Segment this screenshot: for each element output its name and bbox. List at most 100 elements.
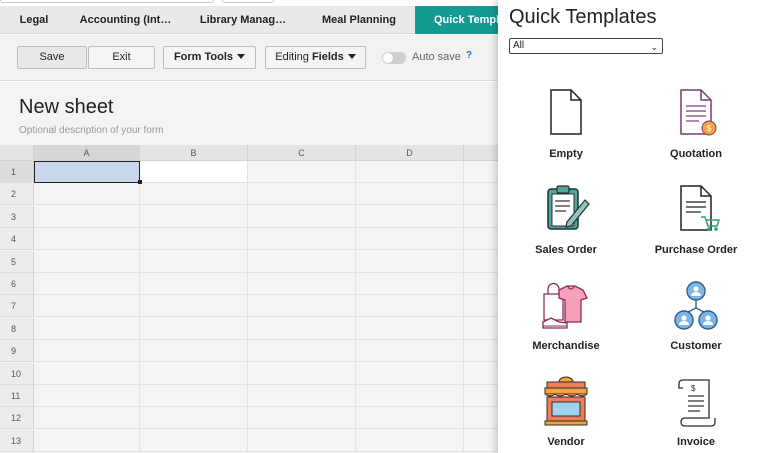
grid-cell[interactable] [464, 273, 500, 295]
grid-cell[interactable] [356, 429, 464, 452]
selected-cell[interactable] [34, 161, 140, 183]
grid-cell[interactable] [248, 205, 356, 228]
help-icon[interactable]: ? [466, 50, 472, 61]
fill-handle[interactable] [138, 180, 142, 185]
grid-cell[interactable] [356, 295, 464, 318]
grid-cell[interactable] [140, 385, 248, 407]
grid-cell[interactable] [140, 228, 248, 251]
column-header[interactable] [464, 145, 500, 161]
grid-cell[interactable] [464, 407, 500, 430]
grid-cell[interactable] [464, 228, 500, 251]
grid-cell[interactable] [140, 295, 248, 318]
row-header[interactable]: 6 [0, 273, 34, 295]
sheet-description[interactable]: Optional description of your form [19, 125, 164, 136]
column-header[interactable]: D [356, 145, 464, 161]
grid-cell[interactable] [464, 161, 500, 183]
grid-cell[interactable] [248, 295, 356, 318]
grid-cell[interactable] [248, 429, 356, 452]
grid-cell[interactable] [248, 273, 356, 295]
grid-cell[interactable] [356, 250, 464, 273]
tab-legal[interactable]: Legal [0, 6, 68, 34]
save-button[interactable]: Save [17, 46, 87, 69]
grid-cell[interactable] [34, 340, 140, 363]
grid-cell[interactable] [140, 273, 248, 295]
grid-cell[interactable] [464, 205, 500, 228]
grid-cell[interactable] [464, 295, 500, 318]
grid-cell[interactable] [34, 407, 140, 430]
grid-cell[interactable] [140, 205, 248, 228]
row-header[interactable]: 8 [0, 317, 34, 340]
grid-cell[interactable] [356, 183, 464, 206]
grid-cell[interactable] [356, 385, 464, 407]
template-purchase-order[interactable]: Purchase Order [631, 184, 751, 270]
grid-cell[interactable] [140, 362, 248, 385]
editing-fields-dropdown[interactable]: Editing Fields [265, 46, 366, 69]
row-header[interactable]: 3 [0, 205, 34, 228]
grid-cell[interactable] [140, 161, 248, 183]
address-field[interactable] [0, 0, 214, 3]
grid-cell[interactable] [464, 250, 500, 273]
template-empty[interactable]: Empty [501, 88, 621, 174]
grid-cell[interactable] [248, 407, 356, 430]
grid-cell[interactable] [464, 183, 500, 206]
template-quotation[interactable]: $ Quotation [631, 88, 751, 174]
sheet-title[interactable]: New sheet [19, 96, 114, 119]
exit-button[interactable]: Exit [88, 46, 155, 69]
grid-cell[interactable] [34, 317, 140, 340]
grid-cell[interactable] [248, 250, 356, 273]
top-button[interactable] [222, 0, 274, 3]
grid-cell[interactable] [248, 161, 356, 183]
grid-cell[interactable] [356, 407, 464, 430]
row-header[interactable]: 5 [0, 250, 34, 273]
grid-cell[interactable] [140, 340, 248, 363]
row-header[interactable]: 12 [0, 407, 34, 430]
grid-cell[interactable] [464, 429, 500, 452]
grid-cell[interactable] [34, 183, 140, 206]
grid-cell[interactable] [356, 340, 464, 363]
grid-cell[interactable] [248, 228, 356, 251]
grid-cell[interactable] [140, 183, 248, 206]
grid-cell[interactable] [34, 429, 140, 452]
grid-cell[interactable] [356, 205, 464, 228]
row-header[interactable]: 9 [0, 340, 34, 363]
column-header[interactable]: B [140, 145, 248, 161]
form-tools-dropdown[interactable]: Form Tools [163, 46, 256, 69]
grid-cell[interactable] [248, 183, 356, 206]
grid-cell[interactable] [34, 362, 140, 385]
spreadsheet-grid[interactable]: A B C D 1 2 3 4 5 6 7 8 9 10 11 12 13 [0, 145, 500, 453]
grid-cell[interactable] [464, 317, 500, 340]
row-header[interactable]: 2 [0, 183, 34, 206]
row-header[interactable]: 4 [0, 228, 34, 251]
template-customer[interactable]: Customer [631, 280, 751, 366]
category-filter-select[interactable]: All ⌄ [509, 38, 663, 54]
grid-cell[interactable] [356, 317, 464, 340]
template-sales-order[interactable]: Sales Order [501, 184, 621, 270]
grid-corner[interactable] [0, 145, 34, 161]
grid-cell[interactable] [34, 205, 140, 228]
tab-accounting[interactable]: Accounting (Int… [68, 6, 183, 34]
tab-library-management[interactable]: Library Manag… [183, 6, 303, 34]
template-vendor[interactable]: Vendor [501, 376, 621, 453]
tab-quick-templates[interactable]: Quick Templat [415, 6, 500, 34]
grid-cell[interactable] [34, 385, 140, 407]
grid-cell[interactable] [140, 250, 248, 273]
row-header[interactable]: 10 [0, 362, 34, 385]
tab-meal-planning[interactable]: Meal Planning [303, 6, 415, 34]
grid-cell[interactable] [356, 273, 464, 295]
column-header[interactable]: C [248, 145, 356, 161]
grid-cell[interactable] [464, 385, 500, 407]
grid-cell[interactable] [34, 273, 140, 295]
grid-cell[interactable] [248, 340, 356, 363]
grid-cell[interactable] [356, 362, 464, 385]
row-header[interactable]: 7 [0, 295, 34, 318]
grid-cell[interactable] [34, 295, 140, 318]
grid-cell[interactable] [34, 228, 140, 251]
grid-cell[interactable] [140, 429, 248, 452]
grid-cell[interactable] [248, 385, 356, 407]
column-header[interactable]: A [34, 145, 140, 161]
grid-cell[interactable] [356, 228, 464, 251]
template-merchandise[interactable]: Merchandise [501, 280, 621, 366]
grid-cell[interactable] [356, 161, 464, 183]
template-invoice[interactable]: $ Invoice [631, 376, 751, 453]
grid-cell[interactable] [248, 317, 356, 340]
